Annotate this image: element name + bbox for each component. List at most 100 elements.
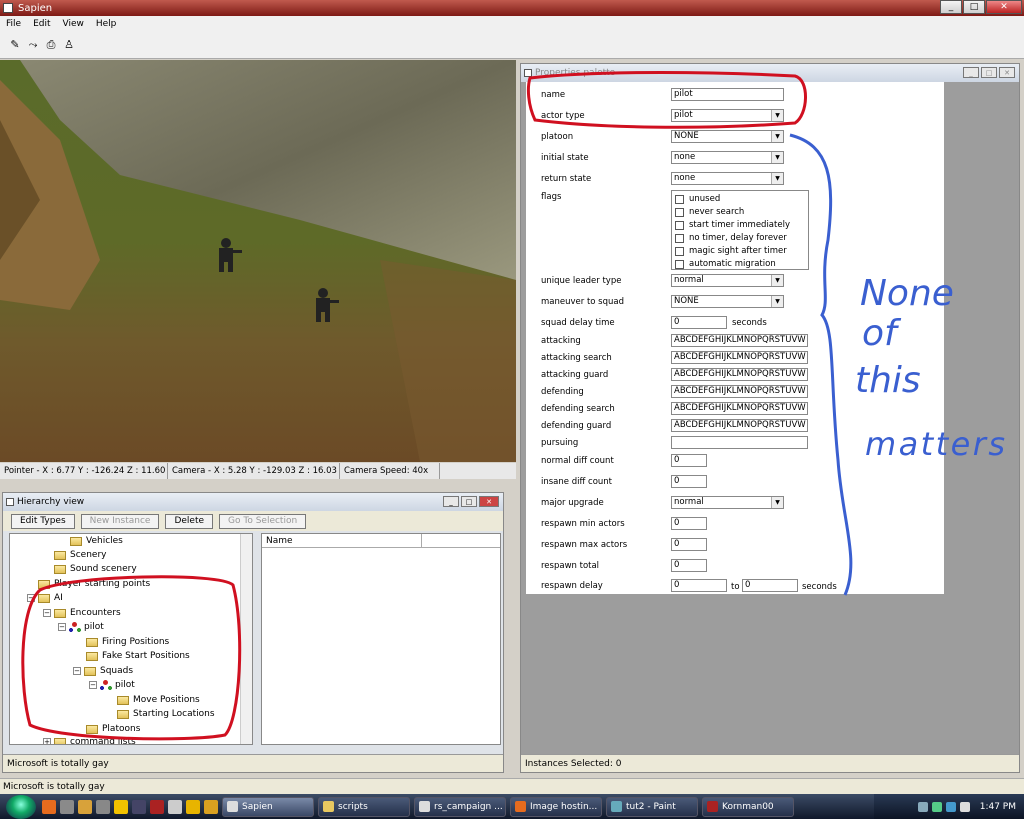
tree-item[interactable]: − Encounters: [43, 606, 121, 620]
defending-field[interactable]: ABCDEFGHIJKLMNOPQRSTUVW: [671, 385, 808, 398]
flag-start-timer[interactable]: start timer immediately: [675, 219, 790, 231]
app-icon[interactable]: [186, 799, 200, 814]
hierarchy-tree[interactable]: Vehicles Scenery Sound scenery Player st…: [9, 533, 253, 745]
return-state-dropdown[interactable]: none ▼: [671, 172, 784, 185]
task-kornman00[interactable]: Kornman00: [702, 796, 794, 817]
warning-icon[interactable]: [114, 799, 128, 814]
name-field[interactable]: pilot: [671, 88, 784, 101]
actor-icon[interactable]: ♙: [62, 37, 76, 53]
task-scripts[interactable]: scripts: [318, 796, 410, 817]
volume-icon[interactable]: [959, 801, 970, 812]
attacking-guard-field[interactable]: ABCDEFGHIJKLMNOPQRSTUVW: [671, 368, 808, 381]
minimize-button[interactable]: _: [940, 0, 962, 14]
pencil-icon[interactable]: ✎: [8, 37, 22, 53]
tree-item[interactable]: − pilot: [89, 678, 135, 692]
start-button[interactable]: [6, 794, 36, 819]
expand-icon[interactable]: +: [43, 738, 51, 744]
defending-guard-field[interactable]: ABCDEFGHIJKLMNOPQRSTUVW: [671, 419, 808, 432]
menu-edit[interactable]: Edit: [27, 19, 56, 29]
collapse-icon[interactable]: −: [89, 681, 97, 689]
checkbox[interactable]: [675, 246, 684, 256]
platoon-dropdown[interactable]: NONE ▼: [671, 130, 784, 143]
respawn-max-field[interactable]: 0: [671, 538, 707, 551]
instance-list[interactable]: Name: [261, 533, 501, 745]
task-image-hosting[interactable]: Image hostin...: [510, 796, 602, 817]
delete-button[interactable]: Delete: [165, 513, 214, 529]
tree-item[interactable]: − AI: [27, 591, 63, 605]
maximize-button[interactable]: □: [981, 67, 997, 78]
tree-item[interactable]: Player starting points: [38, 577, 150, 591]
close-button[interactable]: ✕: [999, 67, 1015, 78]
checkbox[interactable]: [675, 220, 684, 230]
new-instance-button[interactable]: New Instance: [80, 513, 160, 529]
checkbox[interactable]: [675, 259, 684, 269]
maximize-button[interactable]: □: [461, 496, 477, 507]
app-icon[interactable]: [132, 799, 146, 814]
path-icon[interactable]: ⤳: [26, 37, 40, 53]
respawn-min-field[interactable]: 0: [671, 517, 707, 530]
app-icon[interactable]: [96, 799, 110, 814]
minimize-button[interactable]: _: [963, 67, 979, 78]
insane-diff-field[interactable]: 0: [671, 475, 707, 488]
pursuing-field[interactable]: [671, 436, 808, 449]
maximize-button[interactable]: □: [963, 0, 985, 14]
menu-file[interactable]: File: [0, 19, 27, 29]
normal-diff-field[interactable]: 0: [671, 454, 707, 467]
tray-icon[interactable]: [917, 801, 928, 812]
edit-types-button[interactable]: Edit Types: [11, 513, 75, 529]
respawn-delay-from-field[interactable]: 0: [671, 579, 727, 592]
app-icon[interactable]: [150, 799, 164, 814]
clock[interactable]: 1:47 PM: [980, 802, 1016, 812]
checkbox[interactable]: [675, 207, 684, 217]
tree-item[interactable]: Fake Start Positions: [86, 649, 190, 663]
unique-leader-dropdown[interactable]: normal ▼: [671, 274, 784, 287]
initial-state-dropdown[interactable]: none ▼: [671, 151, 784, 164]
task-sapien[interactable]: Sapien: [222, 796, 314, 817]
go-to-selection-button[interactable]: Go To Selection: [219, 513, 307, 529]
3d-viewport[interactable]: [0, 60, 516, 462]
tree-item[interactable]: Sound scenery: [54, 562, 137, 576]
firefox-icon[interactable]: [42, 799, 56, 814]
flag-magic-sight[interactable]: magic sight after timer: [675, 245, 787, 257]
app-icon[interactable]: [60, 799, 74, 814]
task-paint[interactable]: tut2 - Paint: [606, 796, 698, 817]
tree-item[interactable]: − pilot: [58, 620, 104, 634]
flag-no-timer[interactable]: no timer, delay forever: [675, 232, 787, 244]
attacking-search-field[interactable]: ABCDEFGHIJKLMNOPQRSTUVW: [671, 351, 808, 364]
camera-icon[interactable]: ⎙: [44, 37, 58, 53]
minimize-button[interactable]: _: [443, 496, 459, 507]
network-icon[interactable]: [931, 801, 942, 812]
tree-item[interactable]: Platoons: [86, 722, 140, 736]
close-button[interactable]: ✕: [479, 496, 499, 507]
collapse-icon[interactable]: −: [58, 623, 66, 631]
squad-delay-field[interactable]: 0: [671, 316, 727, 329]
close-button[interactable]: ✕: [986, 0, 1022, 14]
tree-item[interactable]: Starting Locations: [117, 707, 215, 721]
tree-item[interactable]: Firing Positions: [86, 635, 169, 649]
menu-help[interactable]: Help: [90, 19, 123, 29]
maneuver-dropdown[interactable]: NONE ▼: [671, 295, 784, 308]
tree-item[interactable]: Vehicles: [70, 534, 123, 548]
flag-never-search[interactable]: never search: [675, 206, 744, 218]
tree-scrollbar[interactable]: [240, 534, 252, 744]
collapse-icon[interactable]: −: [43, 609, 51, 617]
menu-view[interactable]: View: [57, 19, 90, 29]
task-rs-campaign[interactable]: rs_campaign ...: [414, 796, 506, 817]
attacking-field[interactable]: ABCDEFGHIJKLMNOPQRSTUVW: [671, 334, 808, 347]
respawn-delay-to-field[interactable]: 0: [742, 579, 798, 592]
actor-type-dropdown[interactable]: pilot ▼: [671, 109, 784, 122]
tree-item[interactable]: + command lists: [43, 735, 136, 744]
collapse-icon[interactable]: −: [27, 594, 35, 602]
app-icon[interactable]: [204, 799, 218, 814]
major-upgrade-dropdown[interactable]: normal ▼: [671, 496, 784, 509]
name-column-header[interactable]: Name: [262, 534, 422, 547]
defending-search-field[interactable]: ABCDEFGHIJKLMNOPQRSTUVW: [671, 402, 808, 415]
flag-unused[interactable]: unused: [675, 193, 720, 205]
checkbox[interactable]: [675, 233, 684, 243]
tray-icon[interactable]: [945, 801, 956, 812]
checkbox[interactable]: [675, 194, 684, 204]
app-icon[interactable]: [168, 799, 182, 814]
flag-automatic-migration[interactable]: automatic migration: [675, 258, 776, 270]
tree-item[interactable]: − Squads: [73, 664, 133, 678]
app-icon[interactable]: [78, 799, 92, 814]
